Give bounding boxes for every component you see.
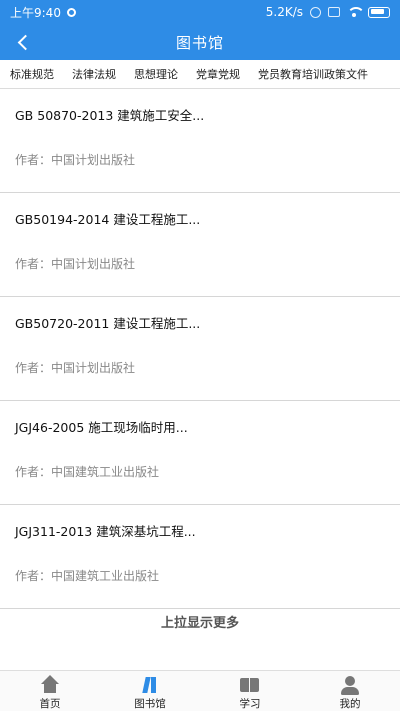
tab-label: 图书馆 — [134, 698, 166, 710]
tab-library[interactable]: 图书馆 — [100, 671, 200, 711]
library-icon — [139, 675, 161, 693]
status-bar: 上午9:40 5.2K/s — [0, 0, 400, 24]
book-item[interactable]: JGJ46-2005 施工现场临时用... 作者：中国建筑工业出版社 — [0, 401, 400, 505]
page-title: 图书馆 — [175, 33, 224, 52]
book-author: 作者：中国计划出版社 — [15, 153, 136, 167]
book-item[interactable]: JGJ311-2013 建筑深基坑工程... 作者：中国建筑工业出版社 — [0, 505, 400, 609]
category-tab-party-rules[interactable]: 党章党规 — [187, 66, 249, 82]
sim-icon — [328, 7, 340, 17]
book-list: GB 50870-2013 建筑施工安全... 作者：中国计划出版社 GB501… — [0, 89, 400, 609]
load-more-hint: 上拉显示更多 — [160, 616, 239, 631]
book-item[interactable]: GB 50870-2013 建筑施工安全... 作者：中国计划出版社 — [0, 89, 400, 193]
tab-study[interactable]: 学习 — [200, 671, 300, 711]
wifi-icon — [347, 7, 365, 17]
book-item[interactable]: GB50720-2011 建设工程施工... 作者：中国计划出版社 — [0, 297, 400, 401]
notification-icon — [66, 7, 76, 17]
bottom-tab-bar: 首页 图书馆 学习 我的 — [0, 670, 400, 711]
book-title: GB50720-2011 建设工程施工... — [15, 316, 201, 331]
status-time: 上午9:40 — [10, 5, 61, 20]
book-author: 作者：中国建筑工业出版社 — [15, 465, 160, 479]
tab-label: 我的 — [339, 698, 361, 710]
battery-icon — [368, 6, 390, 18]
book-item[interactable]: GB50194-2014 建设工程施工... 作者：中国计划出版社 — [0, 193, 400, 297]
category-tab-theory[interactable]: 思想理论 — [125, 66, 187, 82]
category-tab-standards[interactable]: 标准规范 — [0, 66, 63, 82]
book-title: JGJ311-2013 建筑深基坑工程... — [15, 524, 196, 539]
book-title: GB50194-2014 建设工程施工... — [15, 212, 201, 227]
network-speed: 5.2K/s — [265, 5, 303, 19]
home-icon — [39, 675, 61, 693]
book-icon — [239, 675, 261, 693]
category-tabs: 标准规范 法律法规 思想理论 党章党规 党员教育培训政策文件 — [0, 60, 400, 89]
category-tab-laws[interactable]: 法律法规 — [63, 66, 125, 82]
tab-label: 学习 — [239, 698, 261, 710]
tab-home[interactable]: 首页 — [0, 671, 100, 711]
tab-label: 首页 — [39, 698, 61, 710]
book-title: GB 50870-2013 建筑施工安全... — [15, 108, 205, 123]
tab-mine[interactable]: 我的 — [300, 671, 400, 711]
book-author: 作者：中国计划出版社 — [15, 257, 136, 271]
book-title: JGJ46-2005 施工现场临时用... — [15, 420, 188, 435]
book-author: 作者：中国计划出版社 — [15, 361, 136, 375]
header: 图书馆 — [0, 24, 400, 60]
book-author: 作者：中国建筑工业出版社 — [15, 569, 160, 583]
category-tab-training-policy[interactable]: 党员教育培训政策文件 — [249, 66, 377, 82]
user-icon — [339, 675, 361, 695]
back-arrow-icon[interactable] — [16, 34, 32, 50]
alarm-icon — [310, 6, 321, 18]
